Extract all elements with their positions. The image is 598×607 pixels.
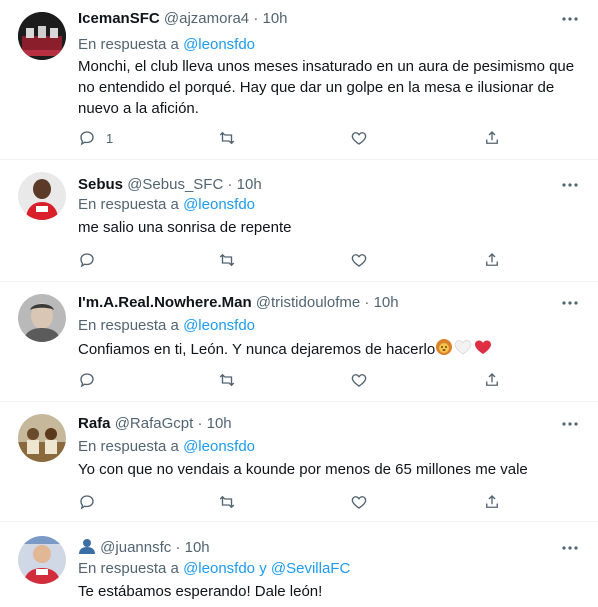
retweet-button[interactable] bbox=[218, 128, 236, 148]
tweet-text: Yo con que no vendais a kounde por menos… bbox=[78, 461, 528, 478]
tweet-actions bbox=[78, 492, 498, 512]
timestamp[interactable]: 10h bbox=[207, 415, 232, 432]
reply-icon bbox=[80, 253, 94, 268]
user-handle[interactable]: @tristidoulofme bbox=[256, 294, 360, 311]
avatar[interactable] bbox=[18, 414, 66, 462]
tweet-1[interactable]: IcemanSFC @ajzamora4 · 10h En respuesta … bbox=[0, 0, 598, 160]
reply-icon bbox=[80, 373, 94, 388]
reply-prefix: En respuesta a bbox=[78, 196, 179, 213]
retweet-icon bbox=[219, 131, 235, 145]
reply-context: En respuesta a @leonsfdo bbox=[78, 317, 255, 334]
like-icon bbox=[351, 374, 367, 387]
reply-count: 1 bbox=[106, 130, 114, 146]
display-name[interactable]: Rafa bbox=[78, 415, 111, 432]
reply-to-link[interactable]: @leonsfdo bbox=[183, 560, 255, 577]
reply-prefix: En respuesta a bbox=[78, 438, 179, 455]
user-handle[interactable]: @juannsfc bbox=[100, 539, 171, 556]
avatar[interactable] bbox=[18, 294, 66, 342]
share-icon bbox=[486, 373, 498, 386]
display-name[interactable]: IcemanSFC bbox=[78, 10, 160, 27]
share-icon bbox=[486, 253, 498, 266]
retweet-button[interactable] bbox=[218, 250, 236, 270]
tweet-text: me salio una sonrisa de repente bbox=[78, 219, 292, 236]
user-handle[interactable]: @Sebus_SFC bbox=[127, 176, 223, 193]
retweet-icon bbox=[219, 253, 235, 267]
reply-to-link-extra[interactable]: y @SevillaFC bbox=[259, 560, 350, 577]
person-emoji bbox=[78, 538, 96, 558]
timestamp[interactable]: 10h bbox=[185, 539, 210, 556]
reply-button[interactable] bbox=[78, 492, 106, 512]
reply-button[interactable] bbox=[78, 370, 106, 390]
reply-context: En respuesta a @leonsfdo bbox=[78, 36, 255, 53]
reply-button[interactable]: 1 bbox=[78, 128, 113, 148]
like-button[interactable] bbox=[350, 128, 368, 148]
tweet-actions bbox=[78, 250, 498, 270]
tweet-header: Sebus @Sebus_SFC · 10h bbox=[78, 176, 262, 193]
reply-icon bbox=[80, 495, 94, 510]
tweet-header: IcemanSFC @ajzamora4 · 10h bbox=[78, 10, 288, 27]
avatar[interactable] bbox=[18, 536, 66, 584]
tweet-header: I'm.A.Real.Nowhere.Man @tristidoulofme ·… bbox=[78, 294, 399, 311]
reply-to-link[interactable]: @leonsfdo bbox=[183, 36, 255, 53]
more-icon[interactable] bbox=[560, 178, 580, 190]
timestamp[interactable]: 10h bbox=[237, 176, 262, 193]
like-icon bbox=[351, 254, 367, 267]
display-name[interactable]: I'm.A.Real.Nowhere.Man bbox=[78, 294, 252, 311]
share-button[interactable] bbox=[483, 370, 501, 390]
reply-to-link[interactable]: @leonsfdo bbox=[183, 317, 255, 334]
reply-context: En respuesta a @leonsfdo y @SevillaFC bbox=[78, 560, 350, 577]
tweet-text: Confiamos en ti, León. Y nunca dejaremos… bbox=[78, 341, 436, 358]
tweet-5[interactable]: @juannsfc · 10h En respuesta a @leonsfdo… bbox=[0, 522, 598, 607]
retweet-icon bbox=[219, 495, 235, 509]
share-icon bbox=[486, 131, 498, 144]
retweet-button[interactable] bbox=[218, 492, 236, 512]
share-button[interactable] bbox=[483, 492, 501, 512]
like-button[interactable] bbox=[350, 370, 368, 390]
more-icon[interactable] bbox=[560, 541, 580, 553]
reply-button[interactable] bbox=[78, 250, 106, 270]
tweet-text: Te estábamos esperando! Dale león! bbox=[78, 583, 323, 600]
more-icon[interactable] bbox=[560, 417, 580, 429]
reply-prefix: En respuesta a bbox=[78, 36, 179, 53]
share-button[interactable] bbox=[483, 128, 501, 148]
share-button[interactable] bbox=[483, 250, 501, 270]
user-handle[interactable]: @ajzamora4 bbox=[164, 10, 249, 27]
retweet-icon bbox=[219, 373, 235, 387]
reply-icon bbox=[80, 131, 94, 146]
red-heart-emoji bbox=[473, 338, 493, 362]
more-icon[interactable] bbox=[560, 296, 580, 308]
like-button[interactable] bbox=[350, 492, 368, 512]
avatar[interactable] bbox=[18, 172, 66, 220]
tweet-2[interactable]: Sebus @Sebus_SFC · 10h En respuesta a @l… bbox=[0, 160, 598, 282]
share-icon bbox=[486, 495, 498, 508]
reply-context: En respuesta a @leonsfdo bbox=[78, 196, 255, 213]
avatar[interactable] bbox=[18, 12, 66, 60]
more-icon[interactable] bbox=[560, 12, 580, 24]
user-handle[interactable]: @RafaGcpt bbox=[115, 415, 194, 432]
like-icon bbox=[351, 496, 367, 509]
tweet-text-container: Confiamos en ti, León. Y nunca dejaremos… bbox=[78, 338, 578, 362]
white-heart-emoji bbox=[453, 338, 473, 362]
reply-prefix: En respuesta a bbox=[78, 317, 179, 334]
like-button[interactable] bbox=[350, 250, 368, 270]
reply-to-link[interactable]: @leonsfdo bbox=[183, 196, 255, 213]
tweet-header: @juannsfc · 10h bbox=[78, 538, 210, 558]
tweet-actions bbox=[78, 370, 498, 390]
timestamp[interactable]: 10h bbox=[374, 294, 399, 311]
tweet-4[interactable]: Rafa @RafaGcpt · 10h En respuesta a @leo… bbox=[0, 402, 598, 522]
reply-context: En respuesta a @leonsfdo bbox=[78, 438, 255, 455]
retweet-button[interactable] bbox=[218, 370, 236, 390]
lion-emoji bbox=[435, 338, 453, 362]
tweet-3[interactable]: I'm.A.Real.Nowhere.Man @tristidoulofme ·… bbox=[0, 282, 598, 402]
display-name[interactable]: Sebus bbox=[78, 176, 123, 193]
tweet-header: Rafa @RafaGcpt · 10h bbox=[78, 415, 232, 432]
tweet-actions: 1 bbox=[78, 128, 498, 148]
reply-prefix: En respuesta a bbox=[78, 560, 179, 577]
timestamp[interactable]: 10h bbox=[262, 10, 287, 27]
tweet-text: Monchi, el club lleva unos meses insatur… bbox=[78, 58, 575, 117]
reply-to-link[interactable]: @leonsfdo bbox=[183, 438, 255, 455]
like-icon bbox=[351, 132, 367, 145]
